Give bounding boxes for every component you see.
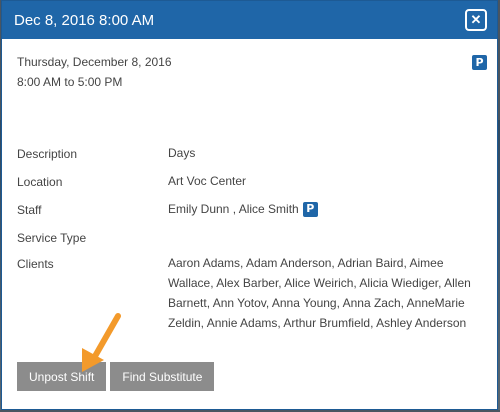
detail-row-location: Location Art Voc Center — [17, 174, 479, 191]
modal-header: Dec 8, 2016 8:00 AM ✕ — [2, 1, 497, 39]
close-icon[interactable]: ✕ — [465, 9, 487, 31]
clients-value: Aaron Adams, Adam Anderson, Adrian Baird… — [168, 256, 471, 330]
shift-summary: Thursday, December 8, 2016 8:00 AM to 5:… — [2, 39, 497, 89]
detail-row-service-type: Service Type — [17, 231, 479, 245]
staff-names: Emily Dunn , Alice Smith — [168, 202, 299, 216]
arrow-shaft — [91, 313, 121, 361]
modal-title: Dec 8, 2016 8:00 AM — [14, 11, 155, 29]
service-type-label: Service Type — [17, 231, 87, 245]
annotation-arrow — [82, 313, 121, 372]
posted-badge-icon: P — [472, 55, 487, 70]
shift-modal: Dec 8, 2016 8:00 AM ✕ Thursday, December… — [1, 0, 498, 410]
shift-time-range: 8:00 AM to 5:00 PM — [17, 75, 123, 89]
description-label: Description — [17, 147, 78, 161]
staff-value-group: Emily Dunn , Alice Smith P — [168, 199, 479, 219]
description-value: Days — [168, 146, 196, 160]
detail-row-description: Description Days — [17, 146, 479, 163]
staff-posted-badge-icon: P — [302, 201, 318, 217]
detail-row-staff: Staff Emily Dunn , Alice Smith P — [17, 201, 479, 219]
location-label: Location — [17, 175, 63, 189]
staff-label: Staff — [17, 203, 42, 217]
service-type-value — [168, 227, 479, 245]
location-value: Art Voc Center — [168, 174, 247, 188]
shift-date: Thursday, December 8, 2016 — [17, 55, 172, 69]
